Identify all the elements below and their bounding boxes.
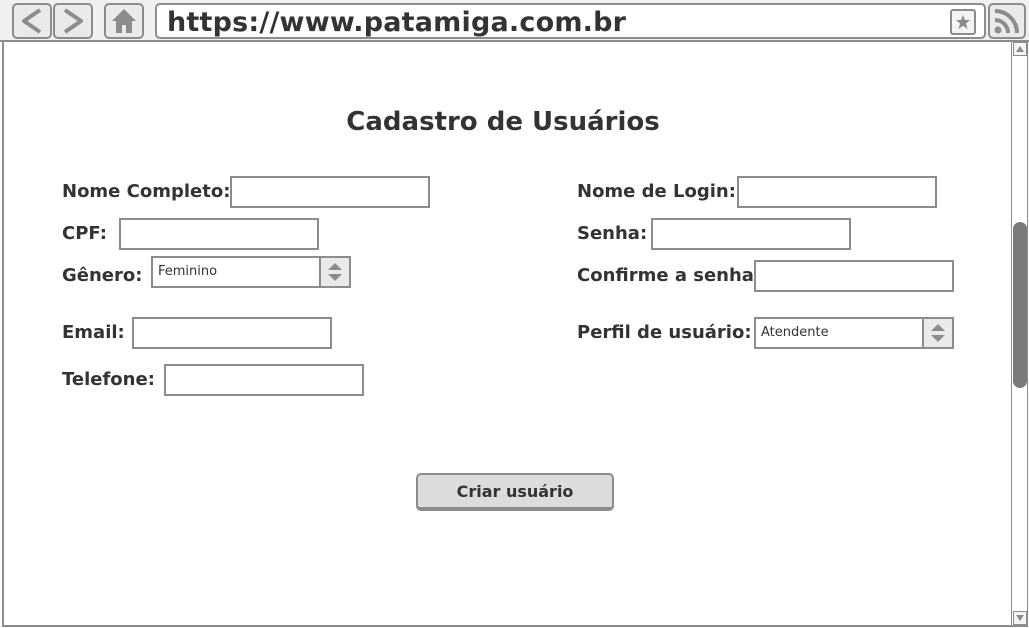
perfil-selected-value: Atendente bbox=[761, 325, 829, 340]
scroll-up-button[interactable] bbox=[1013, 42, 1027, 56]
nome-login-input[interactable] bbox=[737, 176, 937, 208]
chevron-right-icon bbox=[63, 8, 83, 34]
cpf-input[interactable] bbox=[119, 218, 319, 250]
genero-selected-value: Feminino bbox=[158, 264, 218, 279]
rss-icon bbox=[994, 9, 1019, 34]
telefone-input[interactable] bbox=[164, 364, 364, 396]
arrow-up-icon bbox=[1016, 46, 1024, 52]
arrow-down-icon bbox=[1016, 615, 1024, 621]
nome-login-label: Nome de Login: bbox=[577, 181, 736, 202]
email-input[interactable] bbox=[132, 317, 332, 349]
scroll-down-button[interactable] bbox=[1013, 611, 1027, 625]
perfil-stepper[interactable] bbox=[922, 319, 952, 347]
genero-label: Gênero: bbox=[62, 265, 143, 286]
forward-button[interactable] bbox=[53, 3, 93, 39]
home-button[interactable] bbox=[104, 3, 144, 39]
up-down-arrows-icon bbox=[931, 324, 945, 342]
confirme-senha-input[interactable] bbox=[754, 260, 954, 292]
back-button[interactable] bbox=[12, 3, 52, 39]
telefone-label: Telefone: bbox=[62, 369, 155, 390]
chevron-left-icon bbox=[22, 8, 42, 34]
perfil-label: Perfil de usuário: bbox=[577, 322, 752, 343]
perfil-select[interactable]: Atendente bbox=[754, 317, 954, 349]
confirme-senha-label: Confirme a senha: bbox=[577, 265, 762, 286]
home-icon bbox=[112, 9, 136, 33]
senha-label: Senha: bbox=[577, 223, 648, 244]
up-down-arrows-icon bbox=[328, 263, 342, 281]
genero-stepper[interactable] bbox=[319, 258, 349, 286]
bookmark-button[interactable] bbox=[950, 9, 976, 35]
vertical-scrollbar[interactable] bbox=[1011, 42, 1027, 625]
browser-window bbox=[2, 0, 1028, 627]
scroll-thumb[interactable] bbox=[1013, 222, 1027, 388]
feed-button[interactable] bbox=[988, 3, 1026, 39]
star-icon bbox=[956, 15, 970, 29]
url-text: https://www.patamiga.com.br bbox=[167, 7, 627, 38]
senha-input[interactable] bbox=[651, 218, 851, 250]
email-label: Email: bbox=[62, 322, 125, 343]
browser-toolbar: https://www.patamiga.com.br bbox=[0, 0, 1029, 42]
nome-completo-input[interactable] bbox=[230, 176, 430, 208]
genero-select[interactable]: Feminino bbox=[151, 256, 351, 288]
cpf-label: CPF: bbox=[62, 223, 107, 244]
nome-completo-label: Nome Completo: bbox=[62, 181, 231, 202]
address-bar[interactable]: https://www.patamiga.com.br bbox=[155, 3, 986, 39]
page-title: Cadastro de Usuários bbox=[346, 107, 660, 137]
criar-usuario-button[interactable]: Criar usuário bbox=[416, 473, 614, 511]
